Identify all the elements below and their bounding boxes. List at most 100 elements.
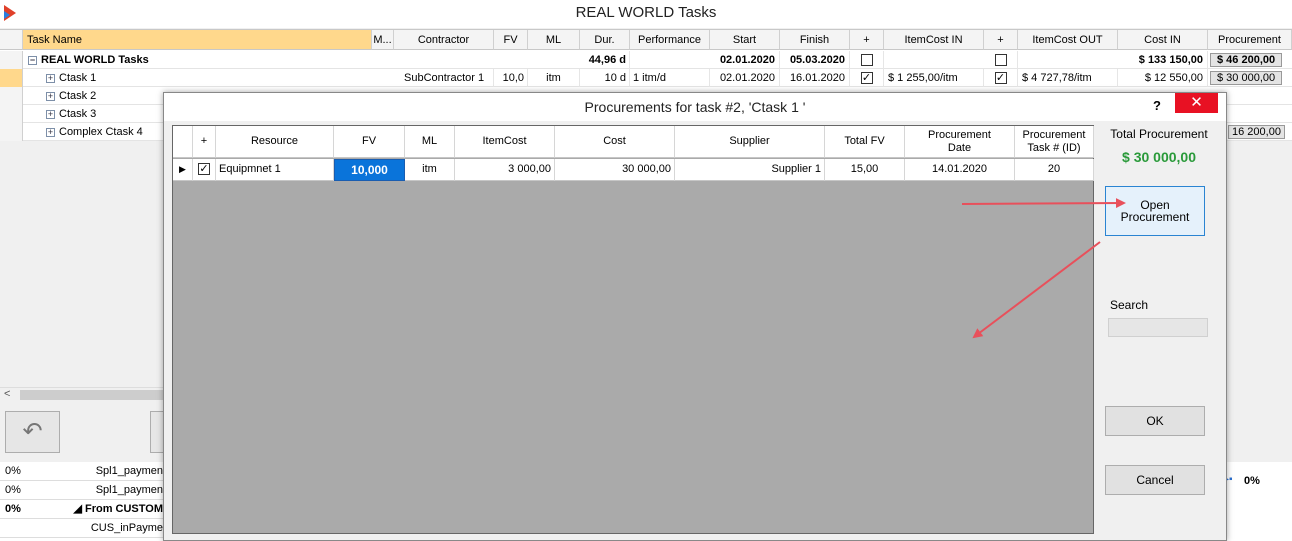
- col-procurement[interactable]: Procurement: [1208, 30, 1292, 50]
- dialog-title: Procurements for task #2, 'Ctask 1 ': [164, 93, 1226, 121]
- procurement-cell[interactable]: $ 46 200,00: [1210, 53, 1283, 67]
- help-icon[interactable]: ?: [1147, 97, 1167, 117]
- supplier-cell[interactable]: Supplier 1: [675, 159, 825, 181]
- col-plus-out[interactable]: +: [984, 30, 1018, 50]
- procurement-cell[interactable]: $ 30 000,00: [1210, 71, 1283, 85]
- expand-icon[interactable]: +: [46, 109, 55, 119]
- open-procurement-button[interactable]: Open Procurement: [1105, 186, 1205, 236]
- col-procurement-date[interactable]: Procurement Date: [905, 126, 1015, 158]
- grid-corner: [0, 30, 23, 50]
- name-cell: Spl1_paymen: [95, 465, 163, 477]
- cost-cell[interactable]: 30 000,00: [555, 159, 675, 181]
- list-item[interactable]: CUS_inPayme: [0, 519, 170, 538]
- task-name: REAL WORLD Tasks: [41, 54, 149, 66]
- name-cell: Spl1_paymen: [95, 484, 163, 496]
- search-label: Search: [1110, 298, 1149, 312]
- checkbox-in[interactable]: [860, 54, 873, 67]
- resource-cell[interactable]: Equipmnet 1: [216, 159, 334, 181]
- procurements-grid: + Resource FV ML ItemCost Cost Supplier …: [172, 125, 1094, 534]
- start-cell: 02.01.2020: [710, 69, 780, 87]
- col-performance[interactable]: Performance: [630, 30, 710, 50]
- col-m[interactable]: M...: [372, 30, 394, 50]
- col-dur[interactable]: Dur.: [580, 30, 630, 50]
- procurement-date-cell[interactable]: 14.01.2020: [905, 159, 1015, 181]
- checkbox-out[interactable]: ✓: [994, 72, 1007, 85]
- row-checkbox[interactable]: ✓: [198, 163, 210, 176]
- col-itemcost[interactable]: ItemCost: [455, 126, 555, 158]
- row-indicator: [0, 51, 23, 69]
- col-contractor[interactable]: Contractor: [394, 30, 494, 50]
- expand-icon[interactable]: +: [46, 73, 55, 83]
- col-task-name[interactable]: Task Name: [23, 30, 372, 50]
- col-total-fv[interactable]: Total FV: [825, 126, 905, 158]
- table-row-ctask1[interactable]: + Ctask 1 SubContractor 1 10,0 itm 10 d 1…: [0, 69, 1292, 87]
- ml-cell: itm: [528, 69, 580, 87]
- col-fv[interactable]: FV: [494, 30, 528, 50]
- checkbox-in[interactable]: ✓: [860, 72, 873, 85]
- cost-in-cell: $ 133 150,00: [1118, 51, 1208, 69]
- col-finish[interactable]: Finish: [780, 30, 850, 50]
- procurement-cell[interactable]: 16 200,00: [1228, 125, 1285, 139]
- horizontal-scrollbar[interactable]: <: [0, 387, 170, 401]
- list-item[interactable]: 0% ◢ From CUSTOM: [0, 500, 170, 519]
- table-row-root[interactable]: − REAL WORLD Tasks 44,96 d 02.01.2020 05.…: [0, 51, 1292, 69]
- scroll-thumb[interactable]: [20, 390, 170, 400]
- row-indicator: [0, 105, 23, 123]
- itemcost-in-cell: $ 1 255,00/itm: [884, 69, 984, 87]
- percent-cell: 0%: [5, 503, 21, 515]
- ok-button[interactable]: OK: [1105, 406, 1205, 436]
- cost-in-cell: $ 12 550,00: [1118, 69, 1208, 87]
- undo-button[interactable]: ↶: [5, 411, 60, 453]
- app-title: REAL WORLD Tasks: [0, 0, 1292, 28]
- expand-icon[interactable]: +: [46, 91, 55, 101]
- col-ml[interactable]: ML: [405, 126, 455, 158]
- col-fv[interactable]: FV: [334, 126, 405, 158]
- gantt-percent: 0%: [1244, 475, 1260, 487]
- undo-icon: ↶: [22, 418, 43, 445]
- col-itemcost-out[interactable]: ItemCost OUT: [1018, 30, 1118, 50]
- start-cell: 02.01.2020: [710, 51, 780, 69]
- ml-cell[interactable]: itm: [405, 159, 455, 181]
- fv-cell: 10,0: [494, 69, 528, 87]
- col-procurement-task[interactable]: Procurement Task # (ID): [1015, 126, 1094, 158]
- procurements-dialog: Procurements for task #2, 'Ctask 1 ' ? ✕…: [163, 92, 1227, 541]
- row-selector-icon[interactable]: ▶: [173, 159, 193, 181]
- contractor-cell: SubContractor 1: [394, 69, 494, 87]
- col-plus[interactable]: +: [193, 126, 216, 158]
- checkbox-out[interactable]: [994, 54, 1007, 67]
- app-title-text: REAL WORLD Tasks: [575, 4, 717, 21]
- dur-cell: 44,96 d: [580, 51, 630, 69]
- col-ml[interactable]: ML: [528, 30, 580, 50]
- finish-cell: 16.01.2020: [780, 69, 850, 87]
- task-name: Ctask 3: [59, 108, 97, 120]
- dur-cell: 10 d: [580, 69, 630, 87]
- col-cost-in[interactable]: Cost IN: [1118, 30, 1208, 50]
- fv-cell[interactable]: 10,000: [334, 159, 405, 181]
- cancel-button[interactable]: Cancel: [1105, 465, 1205, 495]
- grid-corner: [173, 126, 193, 158]
- gantt-area: ▸▪ 0%: [1222, 462, 1292, 541]
- scroll-left-icon[interactable]: <: [4, 388, 10, 400]
- col-start[interactable]: Start: [710, 30, 780, 50]
- row-indicator: [0, 87, 23, 105]
- itemcost-out-cell: $ 4 727,78/itm: [1018, 69, 1118, 87]
- procurement-task-cell[interactable]: 20: [1015, 159, 1094, 181]
- expand-icon[interactable]: +: [46, 127, 55, 137]
- search-input[interactable]: [1108, 318, 1208, 337]
- open-procurement-label: Open Procurement: [1120, 198, 1190, 224]
- col-cost[interactable]: Cost: [555, 126, 675, 158]
- close-button[interactable]: ✕: [1175, 93, 1218, 113]
- collapse-icon[interactable]: −: [28, 55, 37, 65]
- itemcost-cell[interactable]: 3 000,00: [455, 159, 555, 181]
- col-itemcost-in[interactable]: ItemCost IN: [884, 30, 984, 50]
- list-item[interactable]: 0% Spl1_paymen: [0, 462, 170, 481]
- col-supplier[interactable]: Supplier: [675, 126, 825, 158]
- performance-cell: 1 itm/d: [630, 69, 710, 87]
- task-name: Complex Ctask 4: [59, 126, 143, 138]
- row-indicator: [0, 69, 23, 87]
- percent-cell: 0%: [5, 484, 21, 496]
- col-resource[interactable]: Resource: [216, 126, 334, 158]
- list-item[interactable]: 0% Spl1_paymen: [0, 481, 170, 500]
- col-plus-in[interactable]: +: [850, 30, 884, 50]
- total-fv-cell[interactable]: 15,00: [825, 159, 905, 181]
